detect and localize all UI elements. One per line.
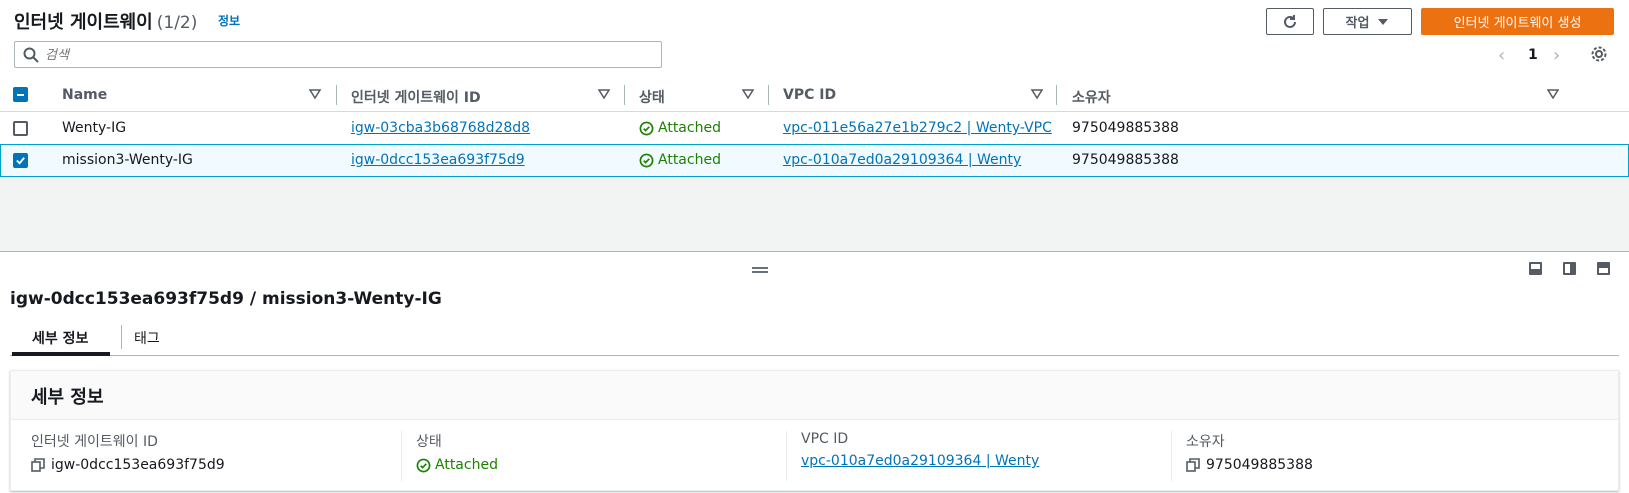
previous-page-icon[interactable]: ‹ xyxy=(1498,45,1505,66)
sort-icon[interactable] xyxy=(598,88,610,100)
details-panel-title: 세부 정보 xyxy=(31,387,104,408)
cell-vpc-link[interactable]: vpc-010a7ed0a29109364 | Wenty xyxy=(783,152,1021,168)
tab-divider xyxy=(121,325,122,349)
create-internet-gateway-button[interactable]: 인터넷 게이트웨이 생성 xyxy=(1421,8,1614,35)
sort-icon[interactable] xyxy=(1547,88,1559,100)
actions-button[interactable]: 작업 xyxy=(1323,8,1412,35)
split-full-icon[interactable] xyxy=(1597,262,1610,275)
cell-status: Attached xyxy=(639,152,721,168)
field-owner: 소유자 975049885388 xyxy=(1186,431,1313,473)
copy-icon[interactable] xyxy=(1186,458,1200,472)
field-label: 소유자 xyxy=(1186,434,1225,450)
column-header-id[interactable]: 인터넷 게이트웨이 ID xyxy=(351,87,481,107)
field-vpc-id: VPC ID vpc-010a7ed0a29109364 | Wenty xyxy=(801,431,1039,469)
internet-gateways-list: 인터넷 게이트웨이(1/2) 정보 작업 인터넷 게이트웨이 생성 ‹ 1 › … xyxy=(0,0,1629,252)
field-value: igw-0dcc153ea693f75d9 xyxy=(31,457,225,473)
column-divider[interactable] xyxy=(336,85,337,105)
sort-icon[interactable] xyxy=(309,88,321,100)
status-text: Attached xyxy=(658,120,721,136)
search-box xyxy=(14,41,662,68)
field-gateway-id: 인터넷 게이트웨이 ID igw-0dcc153ea693f75d9 xyxy=(31,431,225,473)
table-header: Name 인터넷 게이트웨이 ID 상태 VPC ID 소유자 xyxy=(0,79,1629,112)
actions-label: 작업 xyxy=(1345,16,1370,31)
owner-value: 975049885388 xyxy=(1206,457,1313,473)
page-title: 인터넷 게이트웨이 (1/2) xyxy=(14,8,197,34)
active-tab-indicator xyxy=(12,352,110,356)
page-number[interactable]: 1 xyxy=(1528,47,1538,63)
column-header-owner[interactable]: 소유자 xyxy=(1072,87,1111,107)
tab-tags[interactable]: 태그 xyxy=(134,328,160,348)
cell-name: mission3-Wenty-IG xyxy=(62,152,193,168)
select-all-checkbox[interactable] xyxy=(13,87,28,102)
field-label: 상태 xyxy=(416,434,442,450)
field-value: Attached xyxy=(416,457,498,473)
column-divider[interactable] xyxy=(1056,85,1057,105)
sort-icon[interactable] xyxy=(1031,88,1043,100)
cell-vpc-link[interactable]: vpc-011e56a27e1b279c2 | Wenty-VPC xyxy=(783,120,1052,136)
cell-status: Attached xyxy=(639,120,721,136)
status-value: Attached xyxy=(435,457,498,473)
field-divider xyxy=(1171,431,1172,481)
detail-title: igw-0dcc153ea693f75d9 / mission3-Wenty-I… xyxy=(10,289,442,309)
details-panel: 세부 정보 인터넷 게이트웨이 ID igw-0dcc153ea693f75d9… xyxy=(10,370,1619,491)
tab-details[interactable]: 세부 정보 xyxy=(32,328,88,348)
vpc-id-link[interactable]: vpc-010a7ed0a29109364 | Wenty xyxy=(801,453,1039,469)
checkmark-icon xyxy=(16,157,25,165)
check-circle-icon xyxy=(639,153,654,167)
column-header-status[interactable]: 상태 xyxy=(639,87,665,107)
search-icon xyxy=(23,47,39,63)
table-row-selected[interactable]: mission3-Wenty-IG igw-0dcc153ea693f75d9 … xyxy=(0,144,1629,177)
row-checkbox[interactable] xyxy=(13,121,28,136)
field-divider xyxy=(786,431,787,481)
split-side-icon[interactable] xyxy=(1563,262,1576,275)
search-input[interactable] xyxy=(45,45,645,65)
split-bottom-icon[interactable] xyxy=(1529,262,1542,275)
column-header-name[interactable]: Name xyxy=(62,87,107,103)
details-panel-header: 세부 정보 xyxy=(11,371,1618,420)
field-divider xyxy=(401,431,402,481)
field-label: VPC ID xyxy=(801,431,849,447)
page-title-text: 인터넷 게이트웨이 xyxy=(14,12,153,33)
refresh-icon xyxy=(1284,14,1296,28)
detail-tabs: 세부 정보 태그 xyxy=(10,322,1619,356)
gateway-id-value: igw-0dcc153ea693f75d9 xyxy=(51,457,225,473)
info-link[interactable]: 정보 xyxy=(218,12,240,29)
table-row[interactable]: Wenty-IG igw-03cba3b68768d28d8 Attached … xyxy=(0,112,1629,145)
empty-table-area xyxy=(0,177,1629,252)
column-divider[interactable] xyxy=(768,85,769,105)
sort-icon[interactable] xyxy=(742,88,754,100)
row-checkbox[interactable] xyxy=(13,153,28,168)
cell-gateway-id-link[interactable]: igw-0dcc153ea693f75d9 xyxy=(351,152,525,168)
indeterminate-icon xyxy=(17,94,24,96)
cell-owner: 975049885388 xyxy=(1072,152,1179,168)
check-circle-icon xyxy=(639,121,654,135)
copy-icon[interactable] xyxy=(31,458,45,472)
column-header-vpc-id[interactable]: VPC ID xyxy=(783,87,836,103)
split-panel-resize-handle[interactable] xyxy=(752,267,768,273)
refresh-button[interactable] xyxy=(1266,8,1314,35)
cell-owner: 975049885388 xyxy=(1072,120,1179,136)
selection-count: (1/2) xyxy=(156,13,198,33)
next-page-icon[interactable]: › xyxy=(1553,45,1560,66)
cell-gateway-id-link[interactable]: igw-03cba3b68768d28d8 xyxy=(351,120,530,136)
field-status: 상태 Attached xyxy=(416,431,498,473)
field-value: 975049885388 xyxy=(1186,457,1313,473)
status-text: Attached xyxy=(658,152,721,168)
check-circle-icon xyxy=(416,458,431,472)
caret-down-icon xyxy=(1378,18,1389,25)
column-divider[interactable] xyxy=(624,85,625,105)
gear-icon[interactable] xyxy=(1590,45,1608,63)
cell-name: Wenty-IG xyxy=(62,120,127,136)
field-label: 인터넷 게이트웨이 ID xyxy=(31,434,158,450)
